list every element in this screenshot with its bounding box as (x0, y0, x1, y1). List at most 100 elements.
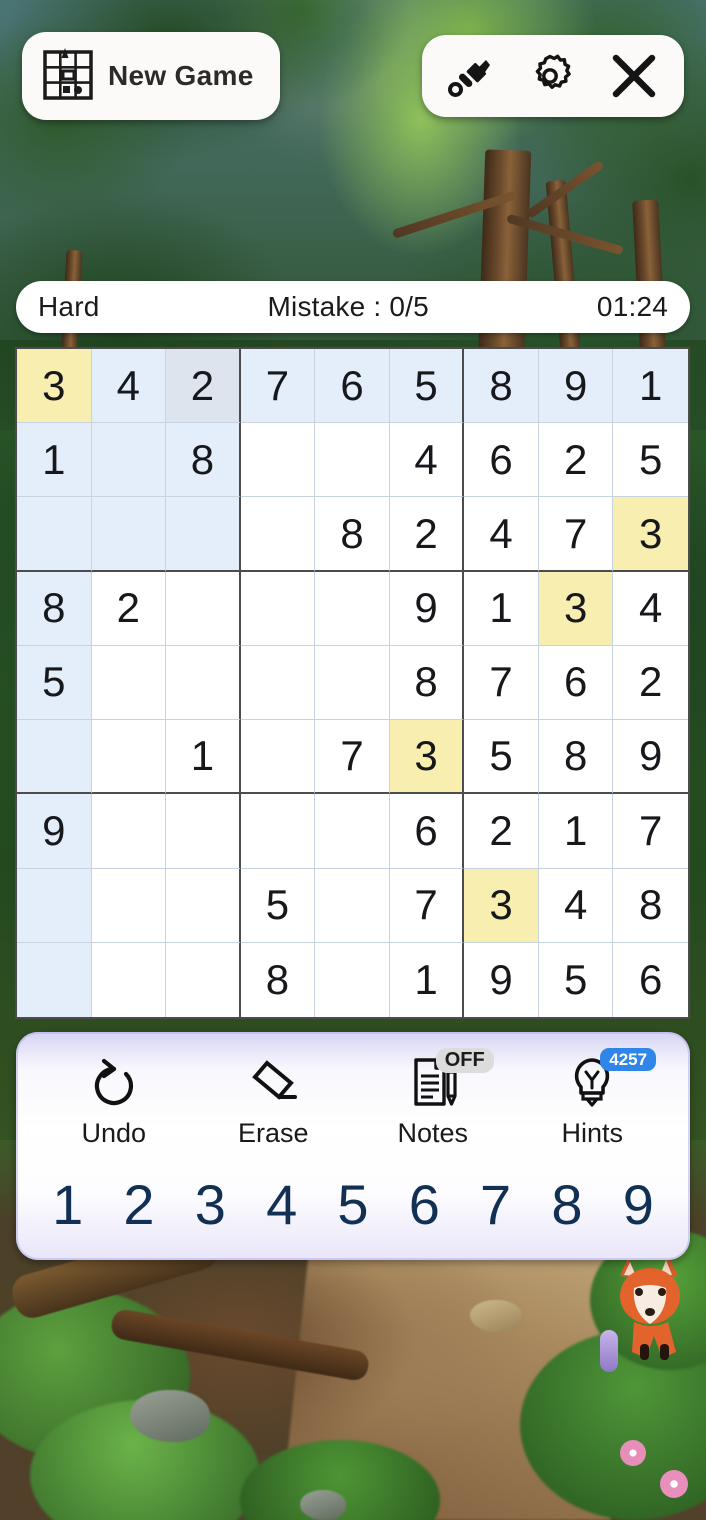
sudoku-cell[interactable]: 9 (613, 720, 688, 795)
sudoku-cell[interactable] (315, 942, 390, 1017)
sudoku-cell[interactable]: 1 (613, 349, 688, 424)
sudoku-cell[interactable] (315, 645, 390, 721)
sudoku-cell[interactable]: 8 (166, 423, 241, 498)
sudoku-cell[interactable]: 9 (538, 349, 614, 424)
sudoku-cell[interactable] (91, 794, 167, 869)
sudoku-cell[interactable] (166, 942, 241, 1017)
numpad-key-3[interactable]: 3 (179, 1177, 241, 1233)
sudoku-cell[interactable] (240, 497, 316, 572)
paintbrush-icon[interactable] (446, 53, 492, 99)
sudoku-cell[interactable]: 6 (464, 423, 539, 498)
sudoku-cell[interactable] (166, 571, 241, 646)
sudoku-cell[interactable] (166, 645, 241, 721)
numpad-key-4[interactable]: 4 (251, 1177, 313, 1233)
numpad-key-8[interactable]: 8 (536, 1177, 598, 1233)
numpad-key-2[interactable]: 2 (108, 1177, 170, 1233)
close-x-icon[interactable] (608, 50, 660, 102)
sudoku-cell[interactable]: 5 (389, 349, 465, 424)
sudoku-cell[interactable]: 2 (91, 571, 167, 646)
sudoku-cell[interactable]: 4 (91, 349, 167, 424)
sudoku-cell[interactable]: 2 (166, 349, 241, 424)
sudoku-cell[interactable]: 5 (613, 423, 688, 498)
sudoku-cell[interactable]: 3 (538, 571, 614, 646)
numpad-key-6[interactable]: 6 (393, 1177, 455, 1233)
sudoku-cell[interactable]: 4 (613, 571, 688, 646)
numpad-key-7[interactable]: 7 (465, 1177, 527, 1233)
sudoku-cell[interactable]: 8 (464, 349, 539, 424)
sudoku-cell[interactable] (91, 497, 167, 572)
sudoku-cell[interactable] (240, 720, 316, 795)
tool-undo-button[interactable]: Undo (44, 1054, 184, 1149)
numpad-key-1[interactable]: 1 (37, 1177, 99, 1233)
sudoku-cell[interactable]: 5 (17, 645, 92, 721)
tool-erase-button[interactable]: Erase (203, 1054, 343, 1149)
new-game-button[interactable]: New Game (22, 32, 280, 120)
sudoku-cell[interactable]: 3 (389, 720, 465, 795)
sudoku-cell[interactable]: 1 (166, 720, 241, 795)
sudoku-cell[interactable] (166, 868, 241, 943)
sudoku-cell[interactable]: 1 (389, 942, 465, 1017)
sudoku-cell[interactable] (240, 423, 316, 498)
sudoku-cell[interactable]: 9 (389, 571, 465, 646)
sudoku-cell[interactable] (91, 423, 167, 498)
sudoku-cell[interactable]: 8 (315, 497, 390, 572)
sudoku-cell[interactable]: 8 (538, 720, 614, 795)
sudoku-board[interactable]: 3427658911846258247382913458762173589962… (15, 347, 690, 1019)
gear-icon[interactable] (526, 52, 574, 100)
sudoku-cell[interactable]: 6 (613, 942, 688, 1017)
sudoku-cell[interactable]: 2 (613, 645, 688, 721)
sudoku-cell[interactable]: 6 (538, 645, 614, 721)
sudoku-cell[interactable]: 8 (613, 868, 688, 943)
sudoku-cell[interactable]: 5 (464, 720, 539, 795)
sudoku-cell[interactable] (91, 942, 167, 1017)
numpad-key-5[interactable]: 5 (322, 1177, 384, 1233)
sudoku-cell[interactable]: 4 (389, 423, 465, 498)
sudoku-cell[interactable]: 1 (464, 571, 539, 646)
sudoku-cell[interactable]: 8 (240, 942, 316, 1017)
sudoku-cell[interactable] (315, 571, 390, 646)
sudoku-cell[interactable]: 8 (17, 571, 92, 646)
sudoku-cell[interactable]: 6 (315, 349, 390, 424)
sudoku-cell[interactable]: 7 (538, 497, 614, 572)
sudoku-cell[interactable]: 2 (538, 423, 614, 498)
sudoku-cell[interactable]: 3 (17, 349, 92, 424)
sudoku-cell[interactable]: 7 (613, 794, 688, 869)
numpad-key-9[interactable]: 9 (607, 1177, 669, 1233)
sudoku-cell[interactable]: 4 (538, 868, 614, 943)
tool-hints-button[interactable]: 4257 Hints (522, 1047, 662, 1149)
sudoku-cell[interactable]: 6 (389, 794, 465, 869)
sudoku-cell[interactable]: 1 (17, 423, 92, 498)
sudoku-cell[interactable] (240, 645, 316, 721)
sudoku-cell[interactable]: 8 (389, 645, 465, 721)
sudoku-cell[interactable] (166, 794, 241, 869)
sudoku-cell[interactable] (166, 497, 241, 572)
tool-notes-button[interactable]: OFF Notes (363, 1047, 503, 1149)
sudoku-cell[interactable] (17, 497, 92, 572)
sudoku-cell[interactable]: 4 (464, 497, 539, 572)
sudoku-cell[interactable] (240, 794, 316, 869)
sudoku-cell[interactable]: 9 (464, 942, 539, 1017)
sudoku-cell[interactable] (17, 942, 92, 1017)
sudoku-cell[interactable] (17, 868, 92, 943)
sudoku-cell[interactable]: 7 (315, 720, 390, 795)
sudoku-cell[interactable] (315, 423, 390, 498)
number-pad[interactable]: 123456789 (16, 1160, 690, 1260)
sudoku-cell[interactable]: 7 (464, 645, 539, 721)
sudoku-cell[interactable]: 7 (240, 349, 316, 424)
sudoku-cell[interactable]: 3 (464, 868, 539, 943)
sudoku-cell[interactable]: 9 (17, 794, 92, 869)
sudoku-cell[interactable] (315, 794, 390, 869)
sudoku-cell[interactable] (91, 868, 167, 943)
sudoku-cell[interactable]: 5 (240, 868, 316, 943)
sudoku-cell[interactable]: 7 (389, 868, 465, 943)
sudoku-cell[interactable] (315, 868, 390, 943)
sudoku-cell[interactable]: 1 (538, 794, 614, 869)
sudoku-cell[interactable]: 3 (613, 497, 688, 572)
sudoku-cell[interactable]: 2 (464, 794, 539, 869)
sudoku-cell[interactable] (17, 720, 92, 795)
sudoku-cell[interactable]: 2 (389, 497, 465, 572)
sudoku-cell[interactable] (91, 645, 167, 721)
sudoku-cell[interactable] (240, 571, 316, 646)
sudoku-cell[interactable] (91, 720, 167, 795)
sudoku-cell[interactable]: 5 (538, 942, 614, 1017)
